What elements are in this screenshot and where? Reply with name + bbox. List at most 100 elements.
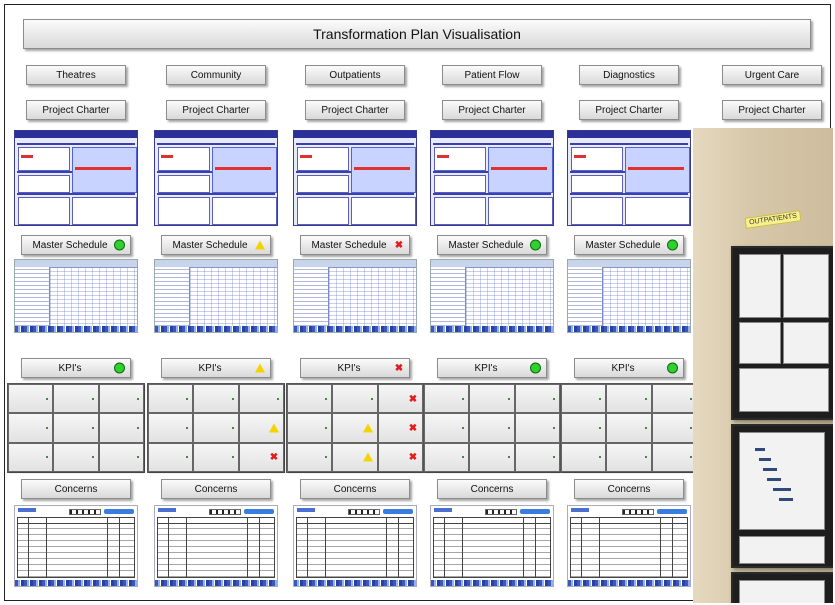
kpi-cell[interactable] xyxy=(53,384,99,414)
kpi-cell[interactable] xyxy=(193,442,239,472)
concerns-header-button xyxy=(244,509,274,514)
project-charter-thumbnail[interactable] xyxy=(154,130,278,226)
kpi-cell[interactable] xyxy=(424,384,470,414)
charter-red-line xyxy=(574,155,586,158)
master-schedule-theatres-button[interactable]: Master Schedule xyxy=(21,235,131,255)
concerns-theatres-button[interactable]: Concerns xyxy=(21,479,131,499)
master-schedule-thumbnail[interactable] xyxy=(154,259,278,333)
green-status-icon xyxy=(186,397,189,400)
kpi-cell[interactable] xyxy=(606,413,652,443)
kpi-cell[interactable] xyxy=(561,384,607,414)
kpi-cell[interactable] xyxy=(287,442,333,472)
column-outpatients-button-label: Outpatients xyxy=(329,69,381,81)
kpi-cell[interactable] xyxy=(53,413,99,443)
kpi-cell[interactable] xyxy=(98,384,144,414)
project-charter-thumbnail[interactable] xyxy=(14,130,138,226)
kpis-community-button[interactable]: KPI's xyxy=(161,358,271,378)
kpi-cell[interactable] xyxy=(651,413,697,443)
kpi-cell[interactable] xyxy=(469,413,515,443)
master-schedule-thumbnail[interactable] xyxy=(567,259,691,333)
kpi-cell[interactable] xyxy=(148,442,194,472)
project-charter-thumbnail[interactable] xyxy=(430,130,554,226)
column-community-button[interactable]: Community xyxy=(166,65,266,85)
project-charter-diagnostics-button[interactable]: Project Charter xyxy=(579,100,679,120)
master-schedule-thumbnail[interactable] xyxy=(293,259,417,333)
master-schedule-community-button[interactable]: Master Schedule xyxy=(161,235,271,255)
kpis-theatres-button[interactable]: KPI's xyxy=(21,358,131,378)
kpi-cell[interactable] xyxy=(332,442,378,472)
column-diagnostics-button[interactable]: Diagnostics xyxy=(579,65,679,85)
project-charter-thumbnail[interactable] xyxy=(567,130,691,226)
concerns-footer-bar xyxy=(294,580,416,586)
kpi-cell[interactable] xyxy=(98,413,144,443)
concerns-thumbnail[interactable] xyxy=(293,505,417,587)
project-charter-outpatients-button[interactable]: Project Charter xyxy=(305,100,405,120)
kpi-cell[interactable] xyxy=(377,384,423,414)
concerns-thumbnail[interactable] xyxy=(567,505,691,587)
concerns-table-rule xyxy=(259,518,260,577)
concerns-outpatients-button[interactable]: Concerns xyxy=(300,479,410,499)
kpi-cell[interactable] xyxy=(238,384,284,414)
column-patient-flow-button[interactable]: Patient Flow xyxy=(442,65,542,85)
kpis-patient-flow-button[interactable]: KPI's xyxy=(437,358,547,378)
kpi-cell[interactable] xyxy=(8,413,54,443)
kpi-cell[interactable] xyxy=(332,384,378,414)
column-outpatients-button[interactable]: Outpatients xyxy=(305,65,405,85)
kpi-cell[interactable] xyxy=(514,413,560,443)
column-urgent-care-button[interactable]: Urgent Care xyxy=(722,65,822,85)
kpi-cell[interactable] xyxy=(287,413,333,443)
charter-red-line xyxy=(75,167,131,170)
kpi-cell[interactable] xyxy=(561,413,607,443)
red-status-icon xyxy=(394,363,404,373)
concerns-community-button[interactable]: Concerns xyxy=(161,479,271,499)
concerns-diagnostics-button[interactable]: Concerns xyxy=(574,479,684,499)
kpi-cell[interactable] xyxy=(238,442,284,472)
concerns-table-rule xyxy=(535,518,536,577)
kpi-cell[interactable] xyxy=(424,413,470,443)
kpi-cell[interactable] xyxy=(8,384,54,414)
kpi-cell[interactable] xyxy=(287,384,333,414)
kpi-cell[interactable] xyxy=(514,442,560,472)
kpi-cell[interactable] xyxy=(469,442,515,472)
kpi-cell[interactable] xyxy=(148,413,194,443)
master-schedule-diagnostics-button[interactable]: Master Schedule xyxy=(574,235,684,255)
kpi-cell[interactable] xyxy=(514,384,560,414)
project-charter-theatres-button[interactable]: Project Charter xyxy=(26,100,126,120)
kpi-cell[interactable] xyxy=(651,384,697,414)
kpi-cell[interactable] xyxy=(53,442,99,472)
kpi-cell[interactable] xyxy=(606,442,652,472)
concerns-thumbnail[interactable] xyxy=(430,505,554,587)
amber-status-icon xyxy=(268,423,279,433)
kpi-cell[interactable] xyxy=(561,442,607,472)
kpi-cell[interactable] xyxy=(238,413,284,443)
concerns-patient-flow-button[interactable]: Concerns xyxy=(437,479,547,499)
project-charter-thumbnail[interactable] xyxy=(293,130,417,226)
project-charter-patient-flow-button[interactable]: Project Charter xyxy=(442,100,542,120)
project-charter-community-button[interactable]: Project Charter xyxy=(166,100,266,120)
kpis-outpatients-button[interactable]: KPI's xyxy=(300,358,410,378)
kpi-cell[interactable] xyxy=(193,413,239,443)
charter-stripe xyxy=(17,143,135,145)
kpi-cell[interactable] xyxy=(148,384,194,414)
kpi-cell[interactable] xyxy=(469,384,515,414)
project-charter-urgent-care-button[interactable]: Project Charter xyxy=(722,100,822,120)
concerns-thumbnail[interactable] xyxy=(14,505,138,587)
kpi-cell[interactable] xyxy=(332,413,378,443)
master-schedule-thumbnail[interactable] xyxy=(14,259,138,333)
charter-header-band xyxy=(431,131,553,138)
kpis-diagnostics-button[interactable]: KPI's xyxy=(574,358,684,378)
kpi-cell[interactable] xyxy=(377,442,423,472)
concerns-table xyxy=(433,517,551,578)
column-theatres-button[interactable]: Theatres xyxy=(26,65,126,85)
kpi-cell[interactable] xyxy=(377,413,423,443)
kpi-cell[interactable] xyxy=(193,384,239,414)
master-schedule-outpatients-button[interactable]: Master Schedule xyxy=(300,235,410,255)
kpi-cell[interactable] xyxy=(98,442,144,472)
kpi-cell[interactable] xyxy=(651,442,697,472)
master-schedule-patient-flow-button[interactable]: Master Schedule xyxy=(437,235,547,255)
concerns-thumbnail[interactable] xyxy=(154,505,278,587)
kpi-cell[interactable] xyxy=(8,442,54,472)
master-schedule-thumbnail[interactable] xyxy=(430,259,554,333)
kpi-cell[interactable] xyxy=(424,442,470,472)
kpi-cell[interactable] xyxy=(606,384,652,414)
